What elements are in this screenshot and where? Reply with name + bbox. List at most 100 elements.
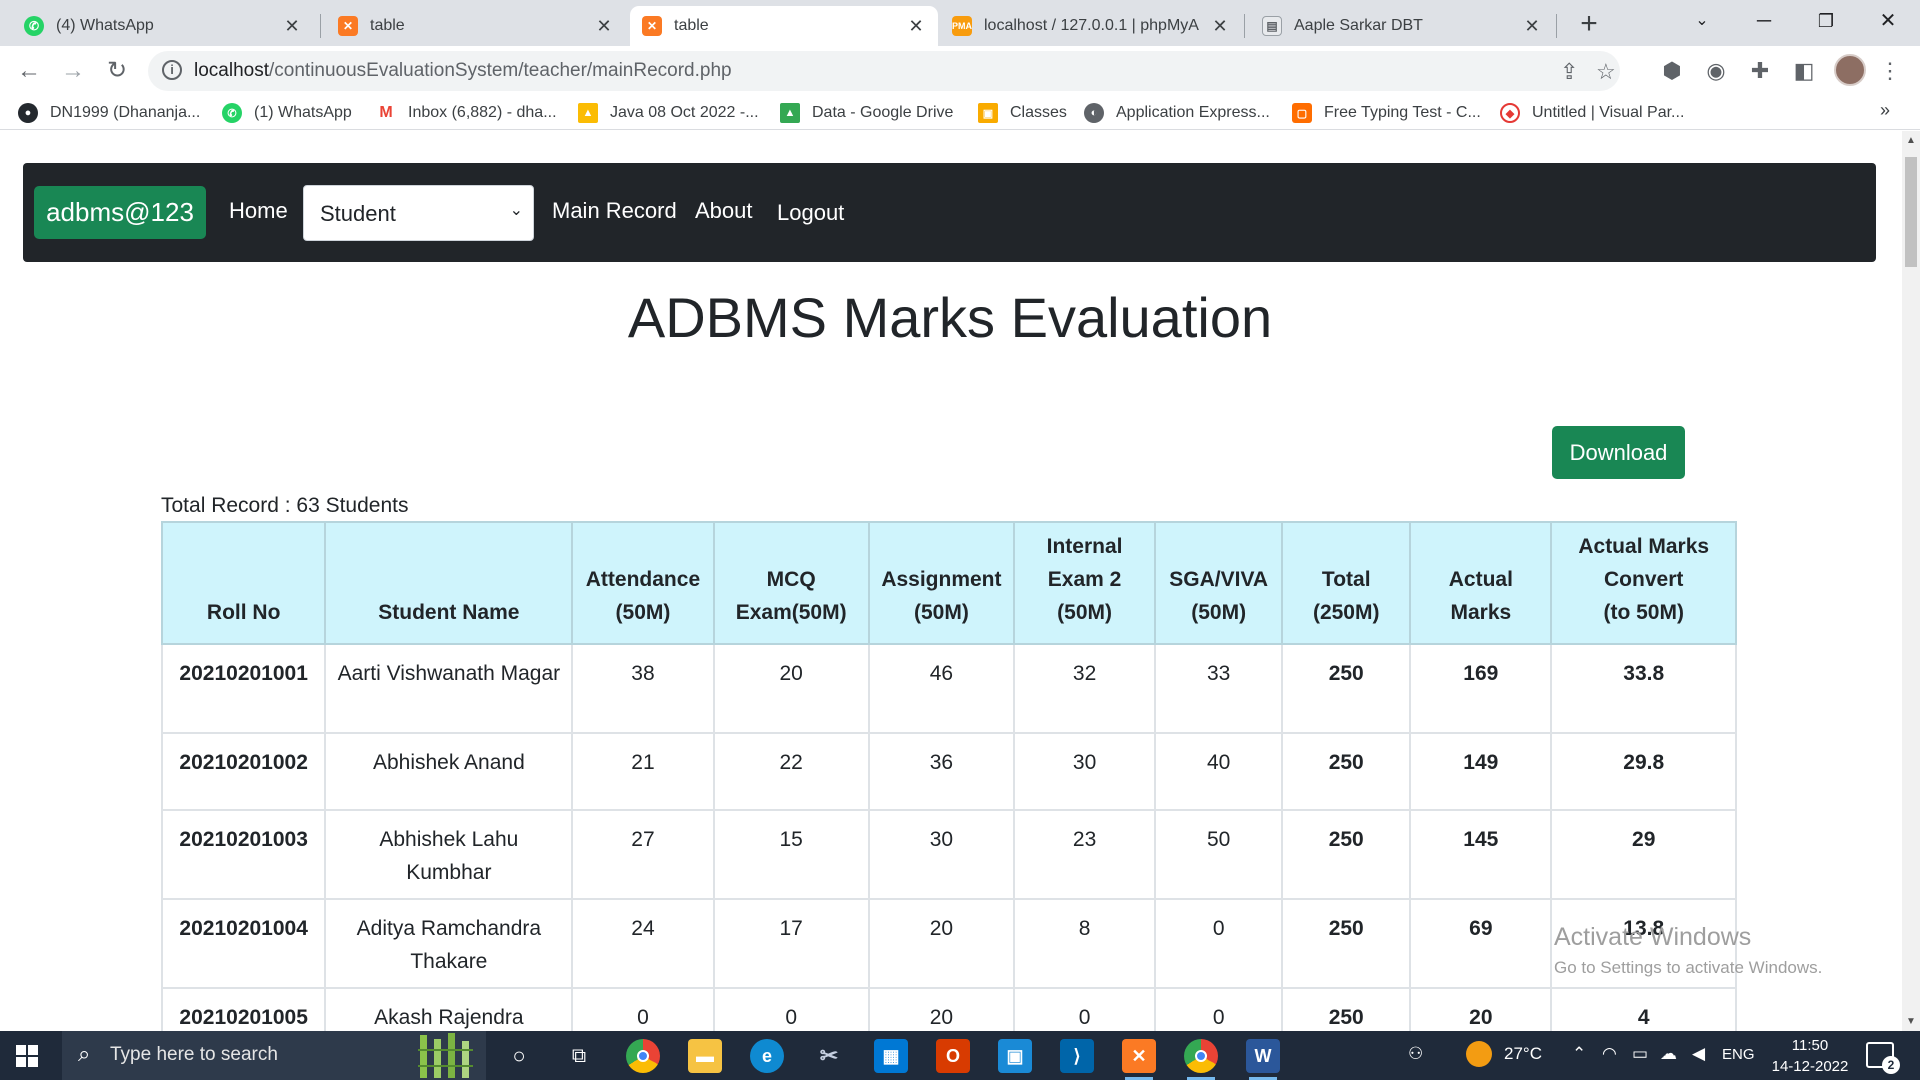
- file-explorer-icon[interactable]: ▬: [688, 1039, 722, 1073]
- minimize-button[interactable]: ─: [1734, 0, 1794, 42]
- task-view-icon[interactable]: ⧉: [562, 1039, 596, 1073]
- close-icon[interactable]: ✕: [282, 16, 302, 37]
- snipping-tool-icon[interactable]: ✂: [812, 1039, 846, 1073]
- header-line: Actual: [1448, 568, 1513, 591]
- site-navbar: adbms@123 Home Student ⌄ Main Record Abo…: [23, 163, 1876, 262]
- header-line: Exam(50M): [735, 601, 847, 624]
- cell-total: 250: [1281, 732, 1412, 811]
- taskbar-clock[interactable]: 11:50 14-12-2022: [1770, 1035, 1850, 1077]
- google-drive-icon: ▲: [780, 103, 800, 123]
- onedrive-cloud-icon[interactable]: ☁: [1660, 1044, 1677, 1064]
- header-convert: Actual Marks Convert (to 50M): [1550, 521, 1737, 645]
- cell-actual: 69: [1409, 898, 1553, 989]
- weather-temperature[interactable]: 27°C: [1504, 1044, 1542, 1064]
- bookmark-java-drive[interactable]: ▲ Java 08 Oct 2022 -...: [578, 102, 759, 124]
- reload-button[interactable]: ↻: [100, 54, 134, 88]
- tab-aaple-sarkar[interactable]: ▤ Aaple Sarkar DBT ✕: [1250, 6, 1554, 46]
- profile-avatar[interactable]: [1834, 54, 1866, 86]
- close-icon[interactable]: ✕: [1522, 16, 1542, 37]
- tab-phpmyadmin[interactable]: PMA localhost / 127.0.0.1 | phpMyA ✕: [940, 6, 1242, 46]
- cell-attendance: 27: [571, 809, 715, 900]
- github-icon: ●: [18, 103, 38, 123]
- download-button[interactable]: Download: [1552, 426, 1685, 479]
- tab-table-2-active[interactable]: ✕ table ✕: [630, 6, 938, 46]
- tab-whatsapp[interactable]: ✆ (4) WhatsApp ✕: [12, 6, 314, 46]
- new-tab-button[interactable]: +: [1572, 8, 1606, 42]
- typing-icon: ▢: [1292, 103, 1312, 123]
- phpmyadmin-icon: PMA: [952, 16, 972, 36]
- select-value: Student: [320, 201, 396, 226]
- wifi-icon[interactable]: ◠: [1602, 1044, 1617, 1064]
- site-info-icon[interactable]: i: [162, 60, 182, 80]
- browser-menu-icon[interactable]: ⋮: [1874, 55, 1906, 87]
- bookmark-label: Application Express...: [1116, 104, 1270, 121]
- office-icon[interactable]: O: [936, 1039, 970, 1073]
- header-line: SGA/VIVA: [1169, 568, 1269, 591]
- close-icon[interactable]: ✕: [594, 16, 614, 37]
- chevron-down-icon: ⌄: [509, 202, 523, 219]
- address-bar[interactable]: i localhost/continuousEvaluationSystem/t…: [148, 51, 1620, 91]
- chrome-running-icon[interactable]: [1184, 1039, 1218, 1080]
- volume-icon[interactable]: ◀: [1692, 1044, 1705, 1064]
- cortana-icon[interactable]: ○: [502, 1039, 536, 1073]
- bookmark-visual-paradigm[interactable]: ◆ Untitled | Visual Par...: [1500, 102, 1684, 124]
- desktop-app-icon[interactable]: ▣: [998, 1039, 1032, 1073]
- scroll-down-arrow-icon[interactable]: ▼: [1902, 1016, 1920, 1027]
- bookmark-classes[interactable]: ▣ Classes: [978, 102, 1067, 124]
- close-icon[interactable]: ✕: [1210, 16, 1230, 37]
- weather-sun-icon[interactable]: [1466, 1041, 1492, 1067]
- side-panel-icon[interactable]: ◧: [1788, 55, 1820, 87]
- windows-start-icon[interactable]: [16, 1045, 38, 1067]
- restore-button[interactable]: ❐: [1796, 0, 1856, 42]
- forward-button[interactable]: →: [56, 54, 90, 88]
- bookmark-github[interactable]: ● DN1999 (Dhananja...: [18, 102, 200, 124]
- tray-chevron-up-icon[interactable]: ⌃: [1572, 1044, 1586, 1064]
- people-icon[interactable]: ⚇: [1408, 1044, 1423, 1064]
- user-type-select[interactable]: Student ⌄: [303, 185, 534, 241]
- extension-cube-icon[interactable]: ⬢: [1656, 55, 1688, 87]
- vscode-icon[interactable]: ⟩: [1060, 1039, 1094, 1073]
- bookmark-label: (1) WhatsApp: [254, 104, 352, 121]
- back-button[interactable]: ←: [12, 54, 46, 88]
- windows-taskbar: ⌕ Type here to search ○ ⧉ ▬ e ✂ ▦ O ▣ ⟩ …: [0, 1031, 1920, 1080]
- nav-main-record-link[interactable]: Main Record: [552, 198, 677, 224]
- word-icon[interactable]: W: [1246, 1039, 1280, 1080]
- chrome-app-icon[interactable]: [626, 1039, 660, 1073]
- notification-center-icon[interactable]: 2: [1866, 1042, 1900, 1074]
- header-sga-viva: SGA/VIVA (50M): [1154, 521, 1284, 645]
- brand-button[interactable]: adbms@123: [34, 186, 206, 239]
- tab-table-1[interactable]: ✕ table ✕: [326, 6, 626, 46]
- tab-title: table: [674, 17, 709, 34]
- window-close-button[interactable]: ✕: [1858, 0, 1918, 42]
- edge-icon[interactable]: e: [750, 1039, 784, 1073]
- bookmark-gmail[interactable]: M Inbox (6,882) - dha...: [376, 102, 557, 124]
- bookmark-label: Data - Google Drive: [812, 104, 954, 121]
- nav-logout-link[interactable]: Logout: [777, 200, 844, 226]
- share-icon[interactable]: ⇪: [1560, 59, 1578, 85]
- cell-roll: 20210201004: [160, 898, 327, 989]
- header-line: (50M): [1191, 601, 1247, 624]
- scroll-up-arrow-icon[interactable]: ▲: [1902, 135, 1920, 146]
- watermark-subtitle: Go to Settings to activate Windows.: [1554, 958, 1823, 977]
- microsoft-store-icon[interactable]: ▦: [874, 1039, 908, 1073]
- bookmark-whatsapp[interactable]: ✆ (1) WhatsApp: [222, 102, 352, 124]
- bookmark-application-express[interactable]: ◐ Application Express...: [1084, 102, 1270, 124]
- bookmark-star-icon[interactable]: ☆: [1596, 59, 1616, 85]
- bookmark-data-drive[interactable]: ▲ Data - Google Drive: [780, 102, 953, 124]
- nav-about-link[interactable]: About: [695, 198, 753, 224]
- header-line: Roll No: [206, 601, 281, 624]
- battery-icon[interactable]: ▭: [1632, 1044, 1648, 1064]
- scrollbar-thumb[interactable]: [1905, 157, 1917, 267]
- extensions-puzzle-icon[interactable]: ✚: [1744, 55, 1776, 87]
- taskbar-search-box[interactable]: ⌕ Type here to search: [62, 1031, 486, 1080]
- tab-search-chevron-icon[interactable]: ⌄: [1672, 0, 1732, 42]
- more-bookmarks-icon[interactable]: »: [1880, 100, 1890, 121]
- xampp-taskbar-icon[interactable]: ✕: [1122, 1039, 1156, 1080]
- bookmark-typing-test[interactable]: ▢ Free Typing Test - C...: [1292, 102, 1481, 124]
- extension-g-icon[interactable]: ◉: [1700, 55, 1732, 87]
- language-indicator[interactable]: ENG: [1722, 1046, 1755, 1063]
- close-icon[interactable]: ✕: [906, 16, 926, 37]
- page-scrollbar[interactable]: ▲ ▼: [1902, 131, 1920, 1031]
- nav-home-link[interactable]: Home: [229, 198, 288, 224]
- address-url[interactable]: localhost/continuousEvaluationSystem/tea…: [194, 60, 732, 82]
